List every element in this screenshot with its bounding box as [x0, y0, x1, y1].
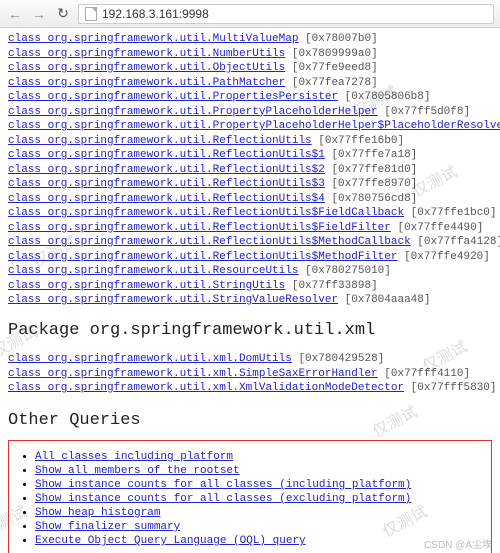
class-line: class org.springframework.util.MultiValu…: [8, 32, 492, 46]
class-link[interactable]: class org.springframework.util.Reflectio…: [8, 222, 391, 234]
class-link[interactable]: class org.springframework.util.ResourceU…: [8, 265, 298, 277]
class-link[interactable]: class org.springframework.util.Reflectio…: [8, 135, 312, 147]
class-address: [0x77ffe1bc0]: [404, 207, 496, 219]
class-line: class org.springframework.util.xml.DomUt…: [8, 352, 492, 366]
class-address: [0x7809999a0]: [285, 48, 377, 60]
query-item: All classes including platform: [35, 451, 485, 463]
class-link[interactable]: class org.springframework.util.xml.XmlVa…: [8, 382, 404, 394]
class-list: class org.springframework.util.MultiValu…: [8, 32, 492, 307]
class-link[interactable]: class org.springframework.util.Reflectio…: [8, 149, 325, 161]
forward-button[interactable]: →: [30, 5, 48, 23]
class-line: class org.springframework.util.ObjectUti…: [8, 61, 492, 75]
class-address: [0x77ffe4920]: [397, 251, 489, 263]
class-link[interactable]: class org.springframework.util.xml.DomUt…: [8, 353, 292, 365]
class-link[interactable]: class org.springframework.util.Reflectio…: [8, 251, 397, 263]
class-address: [0x780756cd8]: [325, 193, 417, 205]
class-line: class org.springframework.util.StringUti…: [8, 279, 492, 293]
class-address: [0x77fea7278]: [285, 77, 377, 89]
other-queries-box: All classes including platform Show all m…: [8, 440, 492, 553]
class-line: class org.springframework.util.xml.Simpl…: [8, 367, 492, 381]
query-link[interactable]: Show instance counts for all classes (in…: [35, 479, 411, 491]
query-item: Show finalizer summary: [35, 521, 485, 533]
xml-class-list: class org.springframework.util.xml.DomUt…: [8, 352, 492, 395]
class-address: [0x77ffa4128]: [411, 236, 500, 248]
class-link[interactable]: class org.springframework.util.ObjectUti…: [8, 62, 285, 74]
class-link[interactable]: class org.springframework.util.PropertyP…: [8, 120, 500, 132]
class-link[interactable]: class org.springframework.util.StringUti…: [8, 280, 285, 292]
class-address: [0x77ffe7a18]: [325, 149, 417, 161]
footer-credit: CSDN @A尘埃: [424, 536, 492, 551]
class-address: [0x77ff33898]: [285, 280, 377, 292]
class-address: [0x78007b0]: [298, 33, 377, 45]
query-link[interactable]: Execute Object Query Language (OQL) quer…: [35, 535, 306, 547]
class-link[interactable]: class org.springframework.util.Propertie…: [8, 91, 338, 103]
class-link[interactable]: class org.springframework.util.Reflectio…: [8, 236, 411, 248]
class-address: [0x77ffe8970]: [325, 178, 417, 190]
class-address: [0x77fff4110]: [378, 368, 470, 380]
class-line: class org.springframework.util.PropertyP…: [8, 105, 492, 119]
class-link[interactable]: class org.springframework.util.StringVal…: [8, 294, 338, 306]
class-line: class org.springframework.util.Reflectio…: [8, 148, 492, 162]
class-link[interactable]: class org.springframework.util.Reflectio…: [8, 178, 325, 190]
class-address: [0x77ffe16b0]: [312, 135, 404, 147]
query-item: Show heap histogram: [35, 507, 485, 519]
class-line: class org.springframework.util.xml.XmlVa…: [8, 381, 492, 395]
package-heading: Package org.springframework.util.xml: [8, 321, 492, 340]
class-address: [0x77ffe4490]: [391, 222, 483, 234]
query-link[interactable]: Show heap histogram: [35, 507, 160, 519]
class-line: class org.springframework.util.Reflectio…: [8, 235, 492, 249]
class-line: class org.springframework.util.Reflectio…: [8, 206, 492, 220]
class-address: [0x7804aaa48]: [338, 294, 430, 306]
query-item: Show all members of the rootset: [35, 465, 485, 477]
class-link[interactable]: class org.springframework.util.xml.Simpl…: [8, 368, 378, 380]
reload-button[interactable]: ↻: [54, 5, 72, 23]
url-text: 192.168.3.161:9998: [102, 7, 209, 21]
class-address: [0x780275010]: [298, 265, 390, 277]
class-line: class org.springframework.util.StringVal…: [8, 293, 492, 307]
class-line: class org.springframework.util.Reflectio…: [8, 221, 492, 235]
query-link[interactable]: All classes including platform: [35, 451, 233, 463]
class-line: class org.springframework.util.Reflectio…: [8, 192, 492, 206]
browser-toolbar: ← → ↻ 192.168.3.161:9998: [0, 0, 500, 28]
class-line: class org.springframework.util.Reflectio…: [8, 134, 492, 148]
query-item: Show instance counts for all classes (ex…: [35, 493, 485, 505]
class-link[interactable]: class org.springframework.util.Reflectio…: [8, 164, 325, 176]
query-link[interactable]: Show finalizer summary: [35, 521, 180, 533]
class-line: class org.springframework.util.Propertie…: [8, 90, 492, 104]
class-link[interactable]: class org.springframework.util.MultiValu…: [8, 33, 298, 45]
class-link[interactable]: class org.springframework.util.NumberUti…: [8, 48, 285, 60]
class-link[interactable]: class org.springframework.util.Reflectio…: [8, 193, 325, 205]
page-icon: [85, 7, 97, 21]
class-address: [0x77fff5830]: [404, 382, 496, 394]
page-content: 仅测试 仅测试 仅测试 仅测试 仅测试 仅测试 仅测试 仅测试 class or…: [0, 28, 500, 553]
class-link[interactable]: class org.springframework.util.PathMatch…: [8, 77, 285, 89]
query-item: Show instance counts for all classes (in…: [35, 479, 485, 491]
class-line: class org.springframework.util.Reflectio…: [8, 163, 492, 177]
class-address: [0x77ff5d0f8]: [378, 106, 470, 118]
query-item: Execute Object Query Language (OQL) quer…: [35, 535, 485, 547]
class-line: class org.springframework.util.ResourceU…: [8, 264, 492, 278]
class-line: class org.springframework.util.Reflectio…: [8, 250, 492, 264]
class-line: class org.springframework.util.PathMatch…: [8, 76, 492, 90]
class-address: [0x7805806b8]: [338, 91, 430, 103]
other-queries-heading: Other Queries: [8, 411, 492, 430]
class-line: class org.springframework.util.NumberUti…: [8, 47, 492, 61]
query-link[interactable]: Show all members of the rootset: [35, 465, 240, 477]
url-bar[interactable]: 192.168.3.161:9998: [78, 4, 494, 24]
class-address: [0x77ffe81d0]: [325, 164, 417, 176]
back-button[interactable]: ←: [6, 5, 24, 23]
class-link[interactable]: class org.springframework.util.PropertyP…: [8, 106, 378, 118]
other-queries-list: All classes including platform Show all m…: [35, 451, 485, 547]
class-address: [0x77fe9eed8]: [285, 62, 377, 74]
class-line: class org.springframework.util.Reflectio…: [8, 177, 492, 191]
query-link[interactable]: Show instance counts for all classes (ex…: [35, 493, 411, 505]
class-link[interactable]: class org.springframework.util.Reflectio…: [8, 207, 404, 219]
class-line: class org.springframework.util.PropertyP…: [8, 119, 492, 133]
class-address: [0x780429528]: [292, 353, 384, 365]
